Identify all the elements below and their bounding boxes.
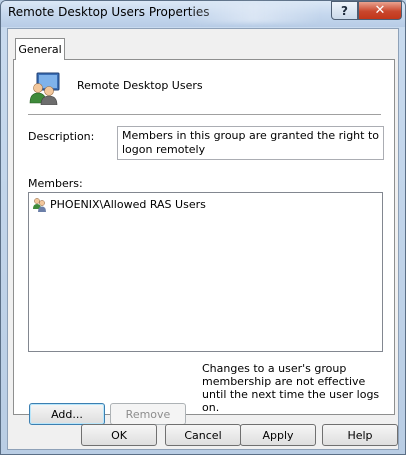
member-name: PHOENIX\Allowed RAS Users bbox=[50, 197, 206, 211]
add-button[interactable]: Add... bbox=[29, 403, 105, 425]
general-tab-panel: Remote Desktop Users Description: Member… bbox=[13, 59, 395, 425]
group-icon bbox=[29, 72, 60, 105]
ok-button-label: OK bbox=[111, 428, 127, 442]
group-name: Remote Desktop Users bbox=[77, 79, 203, 92]
separator bbox=[28, 114, 381, 115]
title-bar[interactable]: Remote Desktop Users Properties ? ✕ bbox=[1, 1, 405, 27]
window-title: Remote Desktop Users Properties bbox=[8, 5, 210, 19]
remove-button-label: Remove bbox=[125, 407, 171, 421]
members-label: Members: bbox=[28, 177, 83, 190]
cancel-button[interactable]: Cancel bbox=[165, 424, 241, 446]
ok-button[interactable]: OK bbox=[81, 424, 157, 446]
close-button[interactable]: ✕ bbox=[358, 1, 402, 20]
question-mark-icon: ? bbox=[341, 3, 348, 18]
close-icon: ✕ bbox=[374, 3, 386, 18]
apply-button[interactable]: Apply bbox=[240, 424, 316, 446]
add-button-label: Add... bbox=[51, 407, 83, 421]
list-item[interactable]: PHOENIX\Allowed RAS Users bbox=[32, 196, 206, 212]
help-button-label: Help bbox=[347, 428, 373, 442]
description-label: Description: bbox=[28, 130, 95, 143]
user-group-icon bbox=[33, 198, 46, 212]
members-list[interactable]: PHOENIX\Allowed RAS Users bbox=[28, 192, 383, 352]
help-caption-button[interactable]: ? bbox=[331, 1, 358, 20]
properties-dialog: Remote Desktop Users Properties ? ✕ Gene… bbox=[0, 0, 406, 455]
tab-general[interactable]: General bbox=[15, 38, 65, 60]
remove-button: Remove bbox=[110, 403, 186, 425]
membership-note: Changes to a user's group membership are… bbox=[202, 362, 380, 414]
help-button[interactable]: Help bbox=[322, 424, 398, 446]
cancel-button-label: Cancel bbox=[184, 428, 222, 442]
description-field[interactable]: Members in this group are granted the ri… bbox=[117, 126, 384, 160]
dialog-client-area: General Remote Desktop Users Description… bbox=[7, 28, 399, 450]
apply-button-label: Apply bbox=[262, 428, 294, 442]
title-bar-blur bbox=[186, 3, 321, 23]
tab-general-label: General bbox=[18, 43, 62, 56]
